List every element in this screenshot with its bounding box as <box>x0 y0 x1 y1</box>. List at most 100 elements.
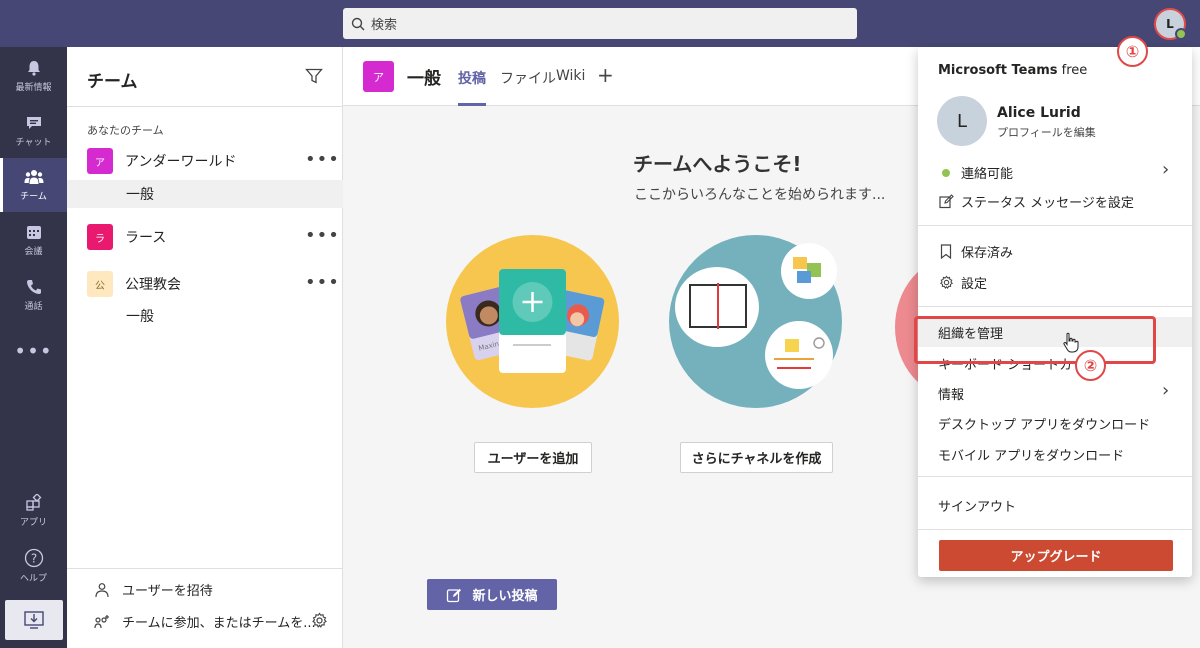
help-icon: ? <box>24 548 43 568</box>
divider <box>918 529 1192 530</box>
rail-label: チーム <box>20 192 47 202</box>
app-title: Microsoft Teams <box>938 63 1058 78</box>
edit-profile-link[interactable]: プロフィールを編集 <box>997 124 1096 140</box>
saved-label: 保存済み <box>961 246 1014 261</box>
team-item[interactable]: 公 公理教会 ••• <box>67 268 343 300</box>
app-rail: 最新情報 チャット チーム 会議 通話 ••• アプリ ? ヘルプ <box>0 47 67 648</box>
chevron-right-icon: › <box>1162 380 1170 401</box>
more-options-icon[interactable]: ••• <box>305 225 340 246</box>
active-tab-indicator <box>458 103 486 106</box>
calendar-icon <box>26 226 41 239</box>
add-tab-button[interactable]: + <box>597 63 614 87</box>
team-avatar: ア <box>87 148 113 174</box>
teams-panel: チーム あなたのチーム ア アンダーワールド ••• 一般 ラ ラース ••• … <box>67 47 343 648</box>
welcome-subtitle: ここからいろんなことを始められます... <box>634 187 886 203</box>
invite-users-button[interactable]: ユーザーを招待 <box>94 580 213 599</box>
join-label: チームに参加、またはチームを... <box>122 616 316 631</box>
new-post-button[interactable]: 新しい投稿 <box>427 579 557 610</box>
chat-icon <box>26 117 41 129</box>
rail-label: ヘルプ <box>19 574 47 584</box>
bell-icon <box>27 61 40 76</box>
create-channel-illustration <box>669 235 842 408</box>
rail-apps[interactable]: アプリ <box>0 484 67 538</box>
rail-teams[interactable]: チーム <box>0 158 67 212</box>
channel-avatar: ア <box>363 61 394 92</box>
divider <box>67 568 343 569</box>
presence-available-icon <box>1175 28 1187 40</box>
create-channel-button[interactable]: さらにチャネルを作成 <box>680 442 833 473</box>
channel-title: 一般 <box>407 69 441 89</box>
add-users-button[interactable]: ユーザーを追加 <box>474 442 592 473</box>
more-options-icon[interactable]: ••• <box>305 149 340 170</box>
filter-button[interactable] <box>305 67 323 89</box>
annotation-highlight-box <box>914 316 1156 364</box>
team-avatar: ラ <box>87 224 113 250</box>
status-label: 連絡可能 <box>961 167 1014 182</box>
profile-menu: Microsoft Teams free L Alice Lurid プロフィー… <box>918 47 1192 577</box>
welcome-title: チームへようこそ! <box>633 152 802 176</box>
more-options-icon[interactable]: ••• <box>305 272 340 293</box>
notebook-icon <box>675 243 837 389</box>
team-item[interactable]: ア アンダーワールド ••• <box>67 145 343 177</box>
tab-files[interactable]: ファイル <box>500 68 556 88</box>
rail-label: アプリ <box>19 518 47 528</box>
section-label: あなたのチーム <box>87 124 164 137</box>
rail-activity[interactable]: 最新情報 <box>0 49 67 103</box>
team-avatar: 公 <box>87 271 113 297</box>
download-desktop-app-button[interactable] <box>5 600 63 640</box>
people-cards-icon: Maxine <box>460 269 605 373</box>
team-name: ラース <box>125 230 167 246</box>
filter-icon <box>305 68 323 84</box>
bookmark-icon <box>940 244 952 259</box>
chevron-right-icon: › <box>1162 159 1170 180</box>
settings-item[interactable]: 設定 <box>938 273 987 292</box>
annotation-step-2: ② <box>1075 350 1106 381</box>
status-message-label: ステータス メッセージを設定 <box>961 196 1134 211</box>
rail-calendar[interactable]: 会議 <box>0 213 67 267</box>
rail-more[interactable]: ••• <box>0 324 67 378</box>
download-mobile-item[interactable]: モバイル アプリをダウンロード <box>938 445 1124 464</box>
divider <box>918 306 1192 307</box>
tab-posts[interactable]: 投稿 <box>458 68 486 88</box>
new-post-label: 新しい投稿 <box>472 589 538 604</box>
rail-label: 最新情報 <box>15 83 52 93</box>
team-item[interactable]: ラ ラース ••• <box>67 221 343 253</box>
rail-label: 通話 <box>24 302 43 312</box>
menu-avatar: L <box>937 96 987 146</box>
saved-item[interactable]: 保存済み <box>938 242 1013 261</box>
download-desktop-item[interactable]: デスクトップ アプリをダウンロード <box>938 414 1150 433</box>
divider <box>918 225 1192 226</box>
user-name: Alice Lurid <box>997 105 1081 121</box>
plan-label: free <box>1061 63 1088 78</box>
gear-icon <box>312 612 327 628</box>
info-item[interactable]: 情報 <box>938 384 964 403</box>
compose-icon <box>447 588 462 602</box>
tab-wiki[interactable]: Wiki <box>556 68 585 84</box>
rail-help[interactable]: ? ヘルプ <box>0 539 67 593</box>
team-name: 公理教会 <box>125 277 181 293</box>
join-create-team-button[interactable]: チームに参加、またはチームを... <box>94 612 316 631</box>
search-placeholder: 検索 <box>371 18 398 33</box>
channel-item[interactable]: 一般 <box>67 180 343 208</box>
profile-avatar-button[interactable]: L <box>1154 8 1187 40</box>
download-icon <box>24 611 44 629</box>
edit-message-icon <box>938 194 954 209</box>
sign-out-item[interactable]: サインアウト <box>938 496 1016 515</box>
set-status-message-item[interactable]: ステータス メッセージを設定 <box>938 192 1134 211</box>
avatar-initial: L <box>1166 17 1174 31</box>
divider <box>67 106 343 107</box>
teams-icon <box>24 170 43 184</box>
rail-calls[interactable]: 通話 <box>0 268 67 322</box>
join-team-icon <box>94 614 109 628</box>
channel-item[interactable]: 一般 <box>67 302 343 330</box>
rail-label: チャット <box>15 138 52 148</box>
rail-chat[interactable]: チャット <box>0 104 67 158</box>
manage-teams-button[interactable] <box>311 612 328 633</box>
title-bar: 検索 L <box>0 0 1200 47</box>
gear-icon <box>939 275 953 290</box>
rail-label: 会議 <box>24 247 43 257</box>
phone-icon <box>26 280 41 294</box>
status-available-item[interactable]: 連絡可能 <box>938 163 1013 182</box>
search-input[interactable]: 検索 <box>343 8 857 39</box>
upgrade-button[interactable]: アップグレード <box>939 540 1173 571</box>
